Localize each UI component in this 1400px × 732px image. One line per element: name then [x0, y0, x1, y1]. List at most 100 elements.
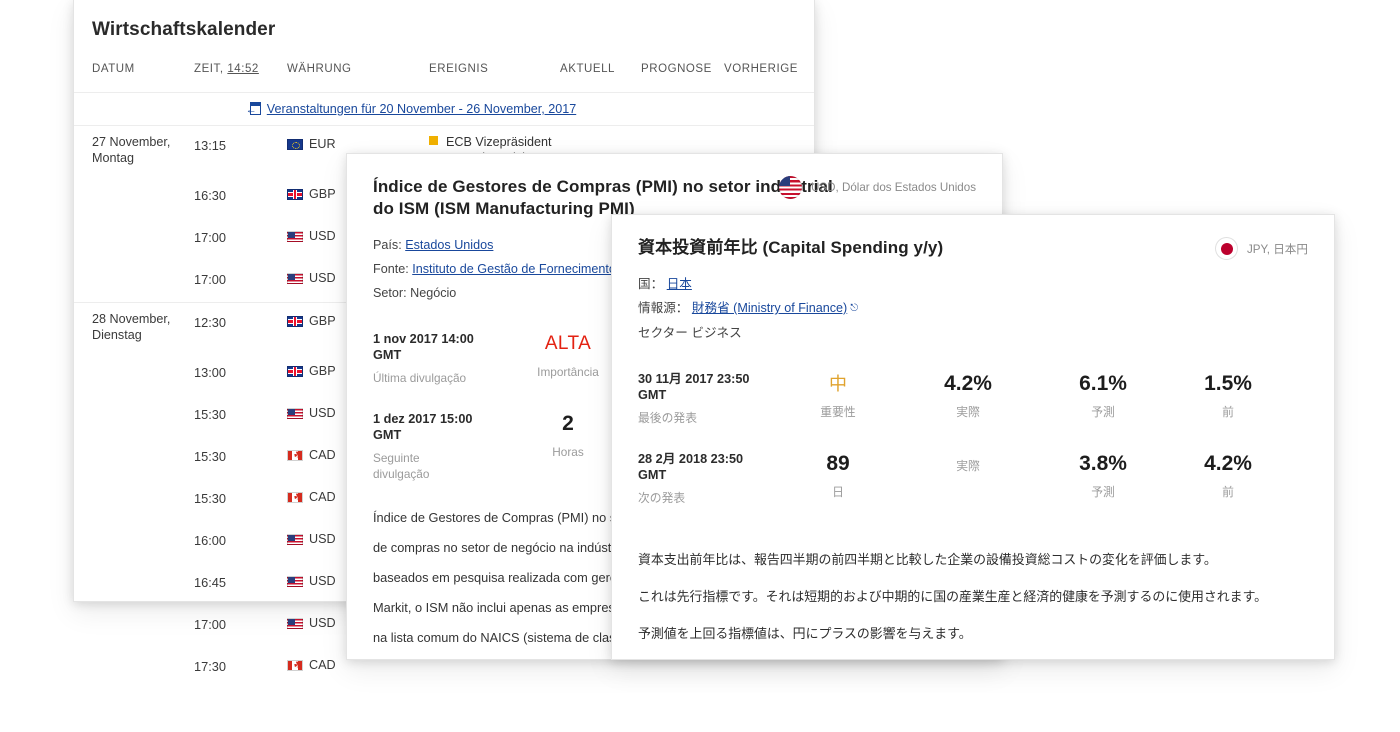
jp-actual-caption: 実際 — [908, 458, 1028, 474]
row-time: 17:00 — [194, 617, 226, 632]
row-currency-label: USD — [309, 229, 336, 243]
column-header-event: EREIGNIS — [429, 63, 488, 75]
jp-stat-row: 28 2月 2018 23:50GMT次の発表89 日 実際 3.8% 予測 4.2% 前 — [638, 451, 1308, 531]
page-title: Wirtschaftskalender — [74, 0, 814, 41]
jp-country-label: 国： — [638, 277, 663, 291]
jp-actual-value: 4.2% — [908, 371, 1028, 397]
calendar-back-icon: ← — [246, 102, 261, 115]
jp-release-date-cell: 28 2月 2018 23:50GMT次の発表 — [638, 451, 788, 506]
jp-forecast-value: 6.1% — [1043, 371, 1163, 397]
column-header-actual: AKTUELL — [560, 63, 615, 75]
jp-previous-caption: 前 — [1168, 484, 1288, 500]
jp-source-row: 情報源： 財務省 (Ministry of Finance)⎋ — [638, 296, 1308, 321]
jp-importance-caption: 重要性 — [788, 404, 888, 420]
calendar-table-header: DATUM ZEIT, 14:52 WÄHRUNG EREIGNIS AKTUE… — [74, 61, 814, 93]
jp-importance-caption: 日 — [788, 484, 888, 500]
row-currency-label: USD — [309, 616, 336, 630]
column-header-forecast: PROGNOSE — [641, 63, 712, 75]
column-header-time[interactable]: ZEIT, 14:52 — [194, 63, 259, 75]
jp-previous-cell: 4.2% 前 — [1168, 451, 1288, 500]
event-detail-panel-jp: 資本投資前年比 (Capital Spending y/y) JPY, 日本円 … — [611, 214, 1335, 660]
row-time: 15:30 — [194, 449, 226, 464]
row-time: 17:30 — [194, 659, 226, 674]
jp-currency-label: JPY, 日本円 — [1247, 241, 1308, 257]
row-currency-label: CAD — [309, 658, 336, 672]
jp-release-date-caption: 最後の発表 — [638, 410, 788, 426]
jp-previous-value: 4.2% — [1168, 451, 1288, 477]
row-currency: USD — [287, 229, 336, 243]
jp-country-link[interactable]: 日本 — [667, 277, 692, 291]
row-currency: USD — [287, 406, 336, 420]
jp-release-date-cell: 30 11月 2017 23:50GMT 最後の発表 — [638, 371, 788, 426]
pt-release-date-cell: 1 nov 2017 14:00GMTÚltima divulgação — [373, 331, 523, 386]
row-time: 13:00 — [194, 365, 226, 380]
usd-flag-icon — [287, 273, 303, 284]
jp-forecast-value: 3.8% — [1043, 451, 1163, 477]
us-flag-icon — [779, 176, 802, 199]
pt-sector-value: Negócio — [410, 286, 456, 300]
row-currency: USD — [287, 271, 336, 285]
row-currency: GBP — [287, 187, 336, 201]
row-currency: USD — [287, 532, 336, 546]
jp-country-row: 国： 日本 — [638, 272, 1308, 296]
row-currency: CAD — [287, 658, 336, 672]
row-currency: GBP — [287, 314, 336, 328]
jp-source-link[interactable]: 財務省 (Ministry of Finance) — [692, 301, 847, 315]
previous-week-link[interactable]: ← Veranstaltungen für 20 November - 26 No… — [246, 102, 576, 116]
jp-currency-badge: JPY, 日本円 — [1215, 237, 1308, 260]
jp-release-date-value: 30 11月 2017 23:50GMT — [638, 371, 788, 403]
jp-description-paragraph: これは先行指標です。それは短期的および中期的に国の産業生産と経済的健康を予測する… — [638, 580, 1308, 613]
jp-actual-cell: 実際 — [908, 451, 1028, 474]
jp-stats: 30 11月 2017 23:50GMT 最後の発表中重要性 4.2% 実際 6.1% 予… — [638, 371, 1308, 531]
row-time: 15:30 — [194, 491, 226, 506]
pt-release-date-caption: Última divulgação — [373, 370, 523, 386]
cad-flag-icon — [287, 450, 303, 461]
jp-actual-cell: 4.2% 実際 — [908, 371, 1028, 420]
row-currency-label: CAD — [309, 490, 336, 504]
cad-flag-icon — [287, 492, 303, 503]
jp-forecast-caption: 予測 — [1043, 404, 1163, 420]
pt-sector-label: Setor: — [373, 286, 407, 300]
row-currency-label: USD — [309, 271, 336, 285]
row-currency-label: USD — [309, 406, 336, 420]
pt-country-link[interactable]: Estados Unidos — [405, 238, 493, 252]
jp-description: 資本支出前年比は、報告四半期の前四半期と比較した企業の設備投資総コストの変化を評… — [638, 543, 1308, 650]
row-time: 16:00 — [194, 533, 226, 548]
row-currency-label: USD — [309, 574, 336, 588]
row-time: 15:30 — [194, 407, 226, 422]
gbp-flag-icon — [287, 189, 303, 200]
row-date: 28 November, Dienstag — [92, 311, 188, 343]
jp-sector-row: セクター ビジネス — [638, 321, 1308, 345]
jp-panel-title: 資本投資前年比 (Capital Spending y/y) — [638, 237, 1098, 259]
row-currency-label: GBP — [309, 364, 336, 378]
jp-stat-row: 30 11月 2017 23:50GMT 最後の発表中重要性 4.2% 実際 6.1% 予… — [638, 371, 1308, 451]
jp-importance-value: 89 — [788, 451, 888, 477]
jp-importance-cell: 中重要性 — [788, 371, 888, 420]
column-header-time-value[interactable]: 14:52 — [227, 63, 259, 75]
jp-forecast-cell: 6.1% 予測 — [1043, 371, 1163, 420]
jp-actual-caption: 実際 — [908, 404, 1028, 420]
jp-previous-cell: 1.5%前 — [1168, 371, 1288, 420]
jp-importance-value: 中 — [788, 371, 888, 397]
usd-flag-icon — [287, 534, 303, 545]
pt-release-date-cell: 1 dez 2017 15:00GMTSeguintedivulgação — [373, 411, 523, 482]
column-header-currency: WÄHRUNG — [287, 63, 352, 75]
previous-week-link-label: Veranstaltungen für 20 November - 26 Nov… — [267, 102, 576, 116]
jp-sector-value: セクター ビジネス — [638, 326, 742, 340]
row-currency: EUR — [287, 137, 336, 151]
eur-flag-icon — [287, 139, 303, 150]
jp-forecast-caption: 予測 — [1043, 484, 1163, 500]
usd-flag-icon — [287, 408, 303, 419]
row-currency: CAD — [287, 490, 336, 504]
usd-flag-icon — [287, 231, 303, 242]
jp-flag-icon — [1215, 237, 1238, 260]
row-time: 13:15 — [194, 138, 226, 153]
row-time: 17:00 — [194, 230, 226, 245]
pt-country-label: País: — [373, 238, 402, 252]
row-currency-label: CAD — [309, 448, 336, 462]
jp-description-paragraph: 予測値を上回る指標値は、円にプラスの影響を与えます。 — [638, 617, 1308, 650]
usd-flag-icon — [287, 576, 303, 587]
column-header-previous: VORHERIGE — [724, 63, 798, 75]
row-currency-label: USD — [309, 532, 336, 546]
row-currency: USD — [287, 616, 336, 630]
